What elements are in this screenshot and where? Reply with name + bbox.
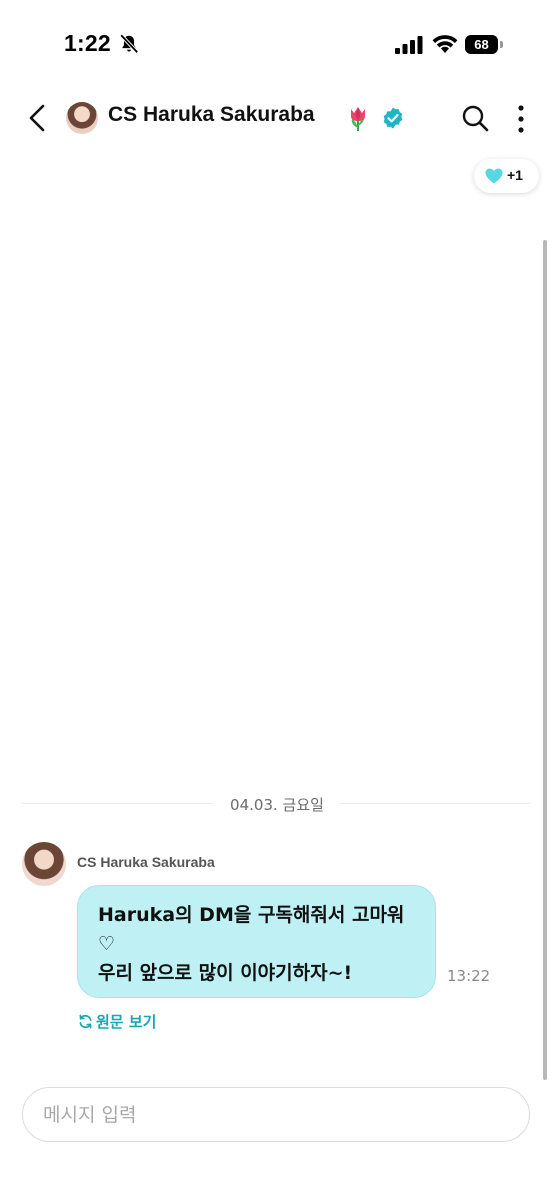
page-title: CS Haruka Sakuraba [108, 103, 315, 126]
wifi-icon [432, 35, 458, 53]
view-original-label: 원문 보기 [96, 1013, 157, 1031]
back-icon[interactable] [24, 102, 52, 134]
chat-screen: 1:22 68 CS Haruka Sakuraba +1 04.03. 금요일… [0, 0, 552, 1200]
message-time: 13:22 [447, 967, 491, 985]
search-icon[interactable] [461, 104, 489, 132]
status-bar: 1:22 68 [0, 0, 552, 90]
heart-reaction-button[interactable]: +1 [474, 159, 539, 193]
signal-icon [395, 36, 423, 54]
sender-avatar[interactable] [22, 842, 66, 886]
heart-icon [485, 168, 503, 184]
status-time: 1:22 [64, 30, 111, 56]
message-composer[interactable] [22, 1087, 530, 1142]
scrollbar[interactable] [543, 240, 547, 1080]
tulip-icon [351, 107, 365, 131]
battery-icon: 68 [465, 35, 498, 54]
sender-name: CS Haruka Sakuraba [77, 854, 215, 870]
divider [22, 803, 214, 804]
date-divider: 04.03. 금요일 [230, 796, 324, 814]
message-line: ♡ [98, 933, 116, 955]
chat-header: CS Haruka Sakuraba [0, 90, 552, 150]
bell-slash-icon [119, 34, 139, 54]
more-icon[interactable] [512, 104, 530, 134]
battery-level: 68 [474, 37, 489, 52]
heart-count: +1 [507, 167, 523, 183]
avatar[interactable] [66, 102, 98, 134]
message-input[interactable] [43, 1088, 513, 1141]
message-line: Haruka의 DM을 구독해줘서 고마워 [98, 904, 405, 926]
battery-nub [500, 41, 503, 48]
message-line: 우리 앞으로 많이 이야기하자~! [98, 962, 353, 984]
divider [340, 803, 530, 804]
verified-icon [383, 107, 403, 129]
message-bubble[interactable]: Haruka의 DM을 구독해줘서 고마워 ♡ 우리 앞으로 많이 이야기하자~… [77, 885, 436, 998]
refresh-icon [79, 1014, 92, 1029]
